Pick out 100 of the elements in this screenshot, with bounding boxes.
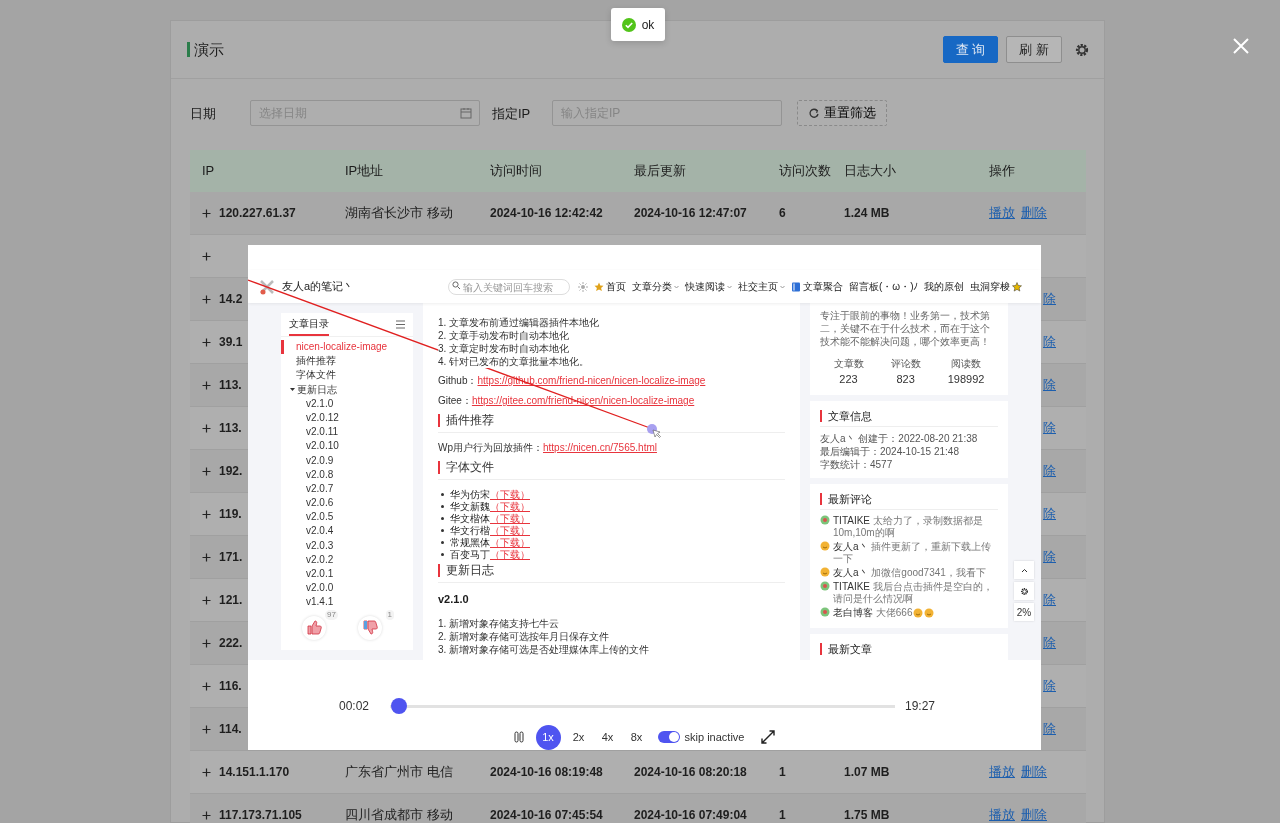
expand-icon[interactable] — [202, 294, 211, 304]
toc-item[interactable]: v2.0.2 — [281, 552, 413, 567]
expand-icon[interactable] — [202, 595, 211, 605]
stat-label: 文章数 — [833, 357, 864, 371]
table-cell-text: 114. — [219, 721, 242, 738]
download-link[interactable]: （下载） — [490, 548, 530, 560]
nav-item[interactable]: 文章分类 — [632, 279, 679, 294]
list-item: 华文新魏（下载） — [450, 500, 530, 513]
nav-item[interactable]: 快速阅读 — [685, 279, 732, 294]
nav-item[interactable]: 虫洞穿梭 — [970, 279, 1023, 294]
menu-icon[interactable] — [396, 320, 405, 329]
fullscreen-icon[interactable] — [761, 730, 776, 744]
toc-item[interactable]: 更新日志 — [281, 382, 413, 397]
table-cell-text: 171. — [219, 549, 243, 566]
expand-icon[interactable] — [202, 208, 211, 218]
speed-button[interactable]: 8x — [625, 726, 648, 748]
toc-item[interactable]: v2.0.8 — [281, 467, 413, 482]
bullet-icon — [441, 540, 444, 544]
toc-item[interactable]: v2.1.0 — [281, 396, 413, 411]
info-line: 友人a丶 创建于：2022-08-20 21:38 — [820, 431, 979, 445]
expand-icon[interactable] — [202, 724, 211, 734]
download-link[interactable]: （下载） — [490, 488, 530, 500]
toc-item[interactable]: v2.0.4 — [281, 524, 413, 539]
expand-icon[interactable] — [202, 380, 211, 390]
table-cell-text: 113. — [219, 420, 242, 437]
reset-button[interactable]: 重置筛选 — [797, 100, 887, 126]
toc-item[interactable]: v2.0.5 — [281, 510, 413, 525]
pause-icon[interactable] — [513, 731, 524, 743]
nav-item[interactable]: 我的原创 — [924, 279, 965, 294]
toggle-switch[interactable] — [657, 731, 680, 743]
expand-icon[interactable] — [202, 251, 211, 261]
expand-icon[interactable] — [202, 337, 211, 347]
text-line: Wp用户行为回放插件：https://nicen.cn/7565.html — [438, 441, 658, 454]
flower-icon — [820, 580, 830, 591]
toc-item[interactable]: v2.0.9 — [281, 453, 413, 468]
toc-item[interactable]: v2.0.11 — [281, 425, 413, 440]
chevron-up-icon — [1020, 567, 1028, 573]
download-link[interactable]: （下载） — [490, 512, 530, 524]
download-link[interactable]: （下载） — [490, 500, 530, 512]
thumbs-down-icon — [362, 619, 378, 637]
toc-item[interactable]: v2.0.12 — [281, 410, 413, 426]
info-line: 字数统计：4577 — [820, 457, 894, 471]
float-button[interactable]: 2% — [1014, 603, 1034, 621]
site-name[interactable]: 友人a的笔记丶 — [282, 278, 448, 295]
caret-icon[interactable] — [290, 387, 295, 393]
smiley-icon — [820, 566, 830, 577]
section-heading: 字体文件 — [438, 461, 785, 474]
expand-icon[interactable] — [202, 509, 211, 519]
download-link[interactable]: （下载） — [490, 524, 530, 536]
expand-icon[interactable] — [202, 681, 211, 691]
nav-item[interactable]: 留言板(・ω・)ﾉ — [849, 279, 919, 294]
speed-button[interactable]: 2x — [567, 726, 590, 748]
expand-icon[interactable] — [202, 423, 211, 433]
toc-item[interactable]: nicen-localize-image — [281, 340, 413, 355]
toc-item[interactable]: 字体文件 — [281, 368, 413, 383]
expand-icon[interactable] — [202, 638, 211, 648]
star-icon — [594, 281, 604, 292]
toc-item[interactable]: v2.0.6 — [281, 496, 413, 511]
settings-button[interactable] — [1014, 582, 1034, 600]
time-label: 19:27 — [905, 698, 937, 715]
logo-icon[interactable] — [258, 277, 276, 296]
table-cell: 湖南省长沙市 移动 — [345, 205, 453, 221]
toc-item[interactable]: v2.0.7 — [281, 481, 413, 497]
toast-message: ok — [641, 16, 655, 34]
nav-item[interactable]: 首页 — [594, 279, 626, 294]
link[interactable]: https://nicen.cn/7565.html — [543, 442, 657, 453]
expand-icon[interactable] — [202, 466, 211, 476]
flower-icon — [820, 514, 830, 525]
nav-item[interactable]: 社交主页 — [738, 279, 785, 294]
expand-icon[interactable] — [202, 552, 211, 562]
toc-item[interactable]: v1.4.1 — [281, 595, 413, 610]
caret-icon — [674, 284, 679, 289]
list-item: 2. 文章手动发布时自动本地化 — [438, 329, 570, 342]
toc-item[interactable]: v2.0.10 — [281, 439, 413, 454]
table-cell: 6 — [779, 206, 786, 221]
vote-button[interactable] — [358, 615, 382, 640]
card-title: 文章信息 — [820, 409, 998, 422]
column-header: 访问次数 — [778, 162, 832, 181]
search-field[interactable]: 输入关键词回车搜索 — [448, 279, 570, 296]
speed-button[interactable]: 4x — [596, 726, 619, 748]
table-cell: 2024-10-16 07:45:54 — [490, 808, 603, 823]
table-cell-text: 113. — [219, 377, 242, 394]
refresh-button[interactable]: 刷 新 — [1006, 35, 1062, 64]
vote-button[interactable] — [302, 615, 326, 640]
query-button[interactable]: 查 询 — [942, 35, 999, 64]
nav-item[interactable]: 文章聚合 — [791, 279, 843, 294]
toc-item[interactable]: v2.0.1 — [281, 567, 413, 582]
panel-title: 演示 — [187, 42, 224, 57]
download-link[interactable]: （下载） — [490, 536, 530, 548]
toc-item[interactable]: 插件推荐 — [281, 354, 413, 369]
column-header: 日志大小 — [843, 162, 897, 181]
toc-item[interactable]: v2.0.3 — [281, 538, 413, 553]
progress-thumb[interactable] — [390, 698, 407, 714]
list-item: 3. 文章定时发布时自动本地化 — [438, 342, 570, 355]
expand-icon[interactable] — [202, 767, 211, 777]
toc-item[interactable]: v2.0.0 — [281, 581, 413, 596]
bullet-icon — [441, 516, 444, 520]
expand-icon[interactable] — [202, 810, 211, 820]
settings-icon[interactable] — [1074, 41, 1090, 58]
speed-button[interactable]: 1x — [535, 724, 561, 750]
